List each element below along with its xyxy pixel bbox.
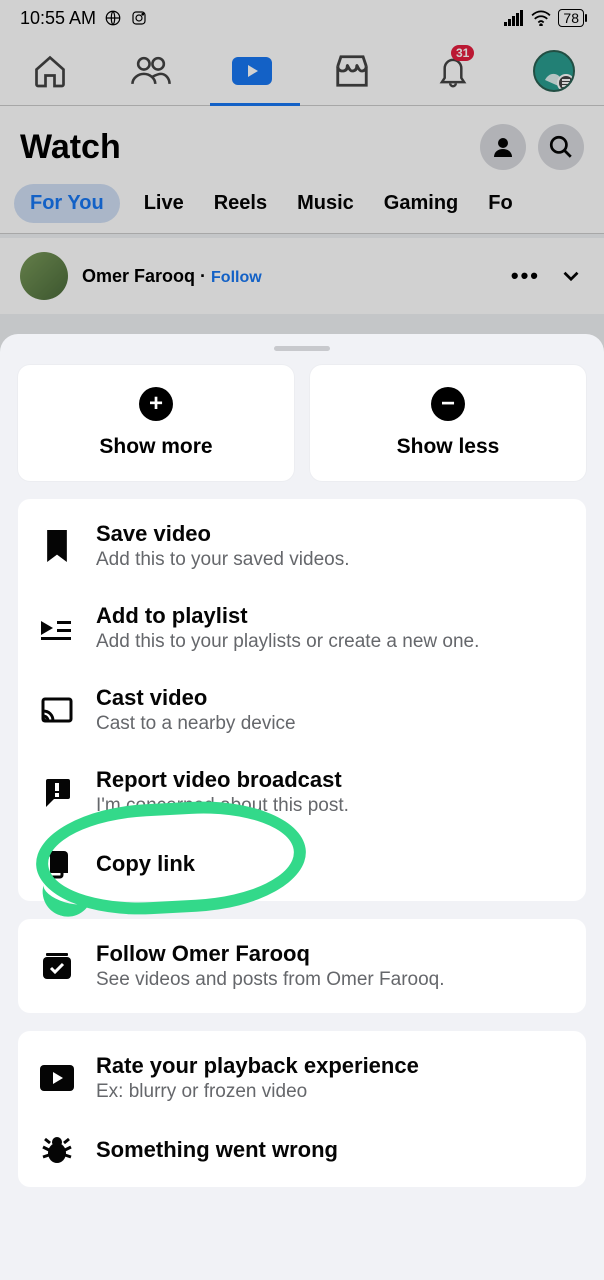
show-more-button[interactable]: + Show more [18, 365, 294, 481]
sheet-options-group-1: Save video Add this to your saved videos… [18, 499, 586, 901]
report-video-row[interactable]: Report video broadcast I'm concerned abo… [18, 751, 586, 833]
something-wrong-row[interactable]: Something went wrong [18, 1119, 586, 1181]
sheet-options-group-2: Follow Omer Farooq See videos and posts … [18, 919, 586, 1013]
follow-feed-icon [40, 951, 74, 981]
action-sheet: + Show more − Show less Save video Add t… [0, 334, 604, 1280]
sheet-options-group-3: Rate your playback experience Ex: blurry… [18, 1031, 586, 1187]
bookmark-icon [40, 530, 74, 562]
plus-icon: + [139, 387, 173, 421]
rate-playback-row[interactable]: Rate your playback experience Ex: blurry… [18, 1037, 586, 1119]
copy-icon [40, 849, 74, 879]
follow-author-row[interactable]: Follow Omer Farooq See videos and posts … [18, 925, 586, 1007]
bug-icon [40, 1135, 74, 1165]
cast-video-row[interactable]: Cast video Cast to a nearby device [18, 669, 586, 751]
cast-icon [40, 697, 74, 723]
report-icon [40, 777, 74, 807]
playlist-icon [40, 615, 74, 641]
copy-link-row[interactable]: Copy link [18, 833, 586, 895]
save-video-row[interactable]: Save video Add this to your saved videos… [18, 505, 586, 587]
add-to-playlist-row[interactable]: Add to playlist Add this to your playlis… [18, 587, 586, 669]
show-less-button[interactable]: − Show less [310, 365, 586, 481]
video-icon [40, 1065, 74, 1091]
minus-icon: − [431, 387, 465, 421]
sheet-grabber[interactable] [274, 346, 330, 351]
